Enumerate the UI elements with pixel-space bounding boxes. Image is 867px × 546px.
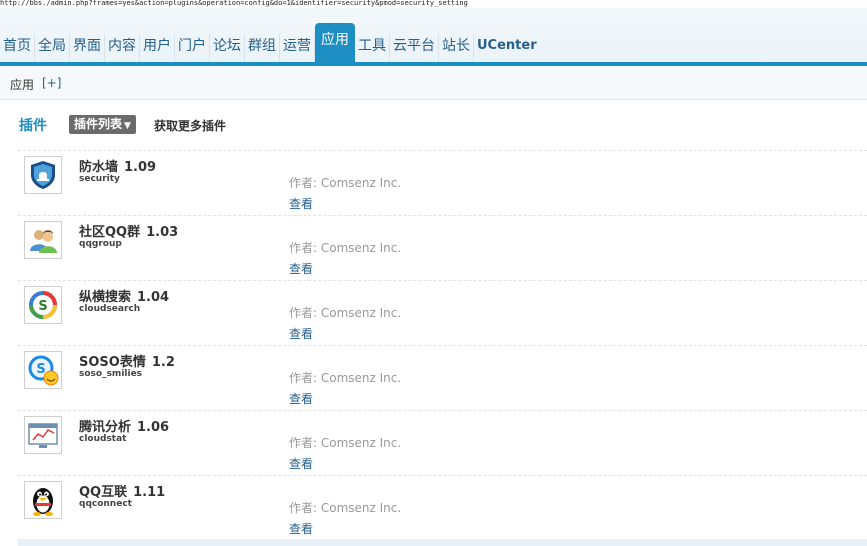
plugin-title: 腾讯分析 1.06 [79, 416, 169, 435]
plugin-author: 作者: Comsenz Inc. [289, 306, 402, 320]
plugin-name: QQ互联 [79, 485, 128, 500]
plugin-name: 腾讯分析 [79, 420, 132, 435]
plugin-identifier: security [79, 174, 120, 184]
nav-items: 首页 全局 界面 内容 用户 门户 论坛 群组 运营 应用 工具 云平台 站长 UCenter [0, 23, 540, 62]
plugin-version: 1.04 [137, 290, 170, 305]
plugin-list-dropdown[interactable]: 插件列表 ▼ [69, 115, 136, 134]
nav-founder[interactable]: 站长 [439, 34, 474, 62]
sub-bar: 应用 [+] [0, 66, 867, 100]
url-strip: http://bbs./admin.php?frames=yes&action=… [0, 0, 867, 8]
plugin-name: SOSO表情 [79, 355, 146, 370]
plugin-name: 社区QQ群 [79, 225, 141, 240]
plugin-author: 作者: Comsenz Inc. [289, 241, 402, 255]
more-plugins-link[interactable]: 获取更多插件 [154, 117, 226, 134]
plugin-row: 社区QQ群 1.03 qqgroup 作者: Comsenz Inc. 查看 [18, 215, 867, 280]
plugin-version: 1.2 [151, 355, 175, 370]
plugin-author: 作者: Comsenz Inc. [289, 176, 402, 190]
nav-ucenter[interactable]: UCenter [474, 34, 540, 62]
plugin-author: 作者: Comsenz Inc. [289, 501, 402, 515]
search-ring-icon: S [24, 286, 62, 324]
plugin-view-link[interactable]: 查看 [289, 520, 313, 537]
nav-forum[interactable]: 论坛 [210, 34, 245, 62]
plugin-row: QQ互联 1.11 qqconnect 作者: Comsenz Inc. 查看 [18, 475, 867, 540]
nav-cloud[interactable]: 云平台 [390, 34, 439, 62]
plugin-identifier: qqconnect [79, 499, 132, 509]
nav-operate[interactable]: 运营 [280, 34, 315, 62]
plugin-row: 腾讯分析 1.06 cloudstat 作者: Comsenz Inc. 查看 [18, 410, 867, 475]
nav-portal[interactable]: 门户 [175, 34, 210, 62]
plugin-version: 1.03 [146, 225, 179, 240]
sub-label: 应用 [10, 78, 35, 92]
plugin-list-dropdown-label: 插件列表 [74, 117, 123, 131]
nav-content[interactable]: 内容 [105, 34, 140, 62]
caret-down-icon: ▼ [124, 121, 131, 131]
penguin-icon [24, 481, 62, 519]
nav-global[interactable]: 全局 [35, 34, 70, 62]
plugin-title: SOSO表情 1.2 [79, 351, 175, 370]
plugin-view-link[interactable]: 查看 [289, 325, 313, 342]
plugin-version: 1.09 [124, 160, 157, 175]
plugin-title: 防水墙 1.09 [79, 156, 156, 175]
top-nav: 首页 全局 界面 内容 用户 门户 论坛 群组 运营 应用 工具 云平台 站长 UCenter [0, 8, 867, 62]
svg-text:S: S [38, 299, 47, 314]
plugin-identifier: qqgroup [79, 239, 122, 249]
nav-home[interactable]: 首页 [0, 34, 35, 62]
plugin-row: S 纵横搜索 1.04 cloudsearch 作者: Comsenz Inc. 查看 [18, 280, 867, 345]
soso-smiley-icon: S [24, 351, 62, 389]
plugin-title: 社区QQ群 1.03 [79, 221, 178, 240]
bottom-bar [18, 539, 867, 546]
plugin-title: QQ互联 1.11 [79, 481, 165, 500]
plugin-name: 防水墙 [79, 160, 119, 175]
plugin-author: 作者: Comsenz Inc. [289, 436, 402, 450]
plugin-view-link[interactable]: 查看 [289, 260, 313, 277]
plugin-view-link[interactable]: 查看 [289, 195, 313, 212]
plugin-version: 1.06 [137, 420, 170, 435]
plugin-version: 1.11 [133, 485, 166, 500]
nav-group[interactable]: 群组 [245, 34, 280, 62]
shield-icon [24, 156, 62, 194]
plugin-identifier: cloudsearch [79, 304, 141, 314]
users-icon [24, 221, 62, 259]
plugin-identifier: cloudstat [79, 434, 127, 444]
plugin-row: 防水墙 1.09 security 作者: Comsenz Inc. 查看 [18, 150, 867, 215]
plugin-view-link[interactable]: 查看 [289, 455, 313, 472]
plugin-title: 纵横搜索 1.04 [79, 286, 169, 305]
section-title: 插件 [19, 118, 47, 134]
plugin-list: 防水墙 1.09 security 作者: Comsenz Inc. 查看 社区QQ群 1.… [18, 150, 867, 540]
add-shortcut-button[interactable]: [+] [42, 76, 61, 90]
nav-user[interactable]: 用户 [140, 34, 175, 62]
plugin-row: S SOSO表情 1.2 soso_smilies 作者: Comsenz Inc. 查看 [18, 345, 867, 410]
plugin-view-link[interactable]: 查看 [289, 390, 313, 407]
nav-style[interactable]: 界面 [70, 34, 105, 62]
plugin-author: 作者: Comsenz Inc. [289, 371, 402, 385]
nav-app[interactable]: 应用 [315, 23, 355, 62]
nav-tools[interactable]: 工具 [355, 34, 390, 62]
chart-icon [24, 416, 62, 454]
plugin-identifier: soso_smilies [79, 369, 143, 379]
plugin-name: 纵横搜索 [79, 290, 132, 305]
